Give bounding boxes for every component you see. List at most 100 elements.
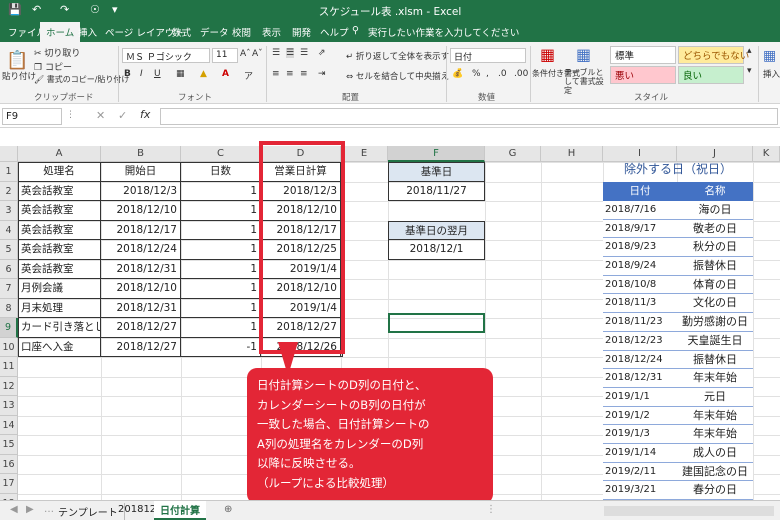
row-header[interactable]: 11	[0, 357, 18, 377]
row-header[interactable]: 5	[0, 240, 18, 260]
row-header[interactable]: 6	[0, 259, 18, 279]
table-cell[interactable]: 1	[181, 201, 261, 221]
style-bad[interactable]: 悪い	[610, 66, 676, 84]
holiday-name-cell[interactable]: 建国記念の日	[677, 462, 753, 482]
holiday-date-cell[interactable]: 2018/12/24	[603, 350, 677, 370]
holiday-name-cell[interactable]: 年末年始	[677, 406, 753, 426]
table-cell[interactable]: 2018/12/17	[101, 220, 181, 240]
table-cell[interactable]: 2018/12/31	[101, 259, 181, 279]
align-middle-icon[interactable]: ☰	[286, 48, 295, 58]
bold-icon[interactable]: B	[124, 69, 131, 79]
column-header-g[interactable]: G	[485, 146, 541, 162]
column-header-a[interactable]: A	[18, 146, 101, 162]
tab-help[interactable]: ヘルプ	[320, 25, 349, 39]
table-cell[interactable]: 英会話教室	[18, 181, 101, 201]
table-cell[interactable]: 英会話教室	[18, 240, 101, 260]
holiday-date-cell[interactable]: 2018/10/8	[603, 275, 677, 295]
horizontal-scrollbar[interactable]	[604, 506, 774, 516]
holiday-name-cell[interactable]: 振替休日	[677, 257, 753, 276]
insert-cells-button[interactable]: 挿入	[763, 68, 780, 80]
align-left-icon[interactable]: ≡	[272, 69, 280, 79]
style-normal[interactable]: 標準	[610, 46, 676, 64]
holiday-date-cell[interactable]: 2019/1/1	[603, 387, 677, 407]
row-header[interactable]: 8	[0, 298, 18, 318]
holiday-header-name[interactable]: 名称	[677, 181, 753, 201]
indent-icon[interactable]: ⇥	[318, 69, 326, 79]
holiday-date-cell[interactable]: 2018/11/23	[603, 313, 677, 332]
align-right-icon[interactable]: ≡	[300, 69, 308, 79]
tab-data[interactable]: データ	[200, 25, 229, 39]
row-header[interactable]: 12	[0, 376, 18, 396]
insert-function-icon[interactable]: fx	[140, 108, 150, 121]
tell-me-box[interactable]: 実行したい作業を入力してください	[368, 25, 519, 39]
table-cell[interactable]: 2018/12/10	[101, 279, 181, 299]
row-header[interactable]: 14	[0, 415, 18, 435]
selected-cell-f9[interactable]	[388, 313, 485, 333]
table-cell[interactable]: 1	[181, 259, 261, 279]
holiday-date-cell[interactable]: 2019/3/21	[603, 481, 677, 500]
phonetic-icon[interactable]: ア	[244, 69, 253, 82]
increase-decimal-icon[interactable]: .0	[498, 69, 507, 79]
cut-button[interactable]: ✂ 切り取り	[34, 46, 80, 59]
holiday-name-cell[interactable]: 文化の日	[677, 294, 753, 314]
tell-me-icon[interactable]: ⚲	[352, 25, 359, 36]
table-cell[interactable]: 2018/12/3	[101, 181, 181, 201]
column-header-e[interactable]: E	[341, 146, 388, 162]
table-format-button[interactable]: テーブルとして書式設定	[564, 68, 608, 95]
table-cell[interactable]: 1	[181, 279, 261, 299]
holiday-date-cell[interactable]: 2018/9/17	[603, 219, 677, 239]
table-cell[interactable]: 月例会議	[18, 279, 101, 299]
holiday-name-cell[interactable]: 勤労感謝の日	[677, 313, 753, 332]
holiday-date-cell[interactable]: 2018/11/3	[603, 294, 677, 314]
table-cell[interactable]: カード引き落とし	[18, 318, 101, 338]
add-sheet-icon[interactable]: ⊕	[218, 503, 238, 516]
holiday-date-cell[interactable]: 2019/1/2	[603, 406, 677, 426]
scroll-right-icon[interactable]: ▶	[20, 503, 40, 516]
table-cell[interactable]: 1	[181, 181, 261, 201]
tab-view[interactable]: 表示	[262, 25, 281, 39]
table-cell[interactable]: 1	[181, 220, 261, 240]
holiday-name-cell[interactable]: 体育の日	[677, 275, 753, 295]
table-cell[interactable]: 月末処理	[18, 298, 101, 318]
paste-icon[interactable]: 📋	[6, 50, 28, 71]
holiday-name-cell[interactable]: 成人の日	[677, 443, 753, 463]
style-good[interactable]: 良い	[678, 66, 744, 84]
style-neutral[interactable]: どちらでもない	[678, 46, 749, 64]
horizontal-scroll-dots-icon[interactable]: ⋮	[480, 503, 502, 516]
holiday-date-cell[interactable]: 2018/9/24	[603, 257, 677, 276]
holiday-header-date[interactable]: 日付	[603, 181, 677, 201]
table-cell[interactable]: 英会話教室	[18, 201, 101, 221]
align-center-icon[interactable]: ≡	[286, 69, 294, 79]
row-header[interactable]: 1	[0, 162, 18, 182]
merge-center-button[interactable]: ⇔ セルを結合して中央揃え	[346, 70, 449, 82]
table-cell[interactable]: 2018/12/27	[101, 318, 181, 338]
table-cell[interactable]: 口座へ入金	[18, 337, 101, 357]
styles-scroll-up-icon[interactable]: ▴	[747, 46, 752, 56]
holiday-name-cell[interactable]: 年末年始	[677, 369, 753, 388]
table-cell[interactable]: 2018/12/24	[101, 240, 181, 260]
row-header[interactable]: 15	[0, 435, 18, 455]
font-color-icon[interactable]: A	[222, 69, 229, 79]
enter-icon[interactable]: ✓	[118, 109, 127, 122]
table-cell[interactable]: 2018/12/31	[101, 298, 181, 318]
holiday-date-cell[interactable]: 2018/12/31	[603, 369, 677, 388]
font-size-select[interactable]: 11	[212, 48, 238, 63]
conditional-format-icon[interactable]: ▦	[540, 45, 555, 64]
name-box-dropdown-icon[interactable]: ⋮	[66, 110, 75, 120]
align-bottom-icon[interactable]: ☰	[300, 48, 308, 58]
tab-home[interactable]: ホーム	[40, 22, 81, 42]
holiday-date-cell[interactable]: 2018/9/23	[603, 238, 677, 258]
table-format-icon[interactable]: ▦	[576, 45, 591, 64]
row-header[interactable]: 4	[0, 220, 18, 240]
number-format-select[interactable]: 日付	[450, 48, 526, 63]
styles-scroll-down-icon[interactable]: ▾	[747, 66, 752, 76]
column-header-b[interactable]: B	[101, 146, 181, 162]
wrap-text-button[interactable]: ↵ 折り返して全体を表示する	[346, 50, 458, 62]
table-cell[interactable]: 2018/12/10	[101, 201, 181, 221]
holiday-name-cell[interactable]: 振替休日	[677, 350, 753, 370]
formula-input[interactable]	[160, 108, 778, 125]
table-cell[interactable]: -1	[181, 337, 261, 357]
select-all-corner[interactable]	[0, 146, 18, 162]
holiday-name-cell[interactable]: 秋分の日	[677, 238, 753, 258]
next-month-value[interactable]: 2018/12/1	[388, 240, 485, 260]
